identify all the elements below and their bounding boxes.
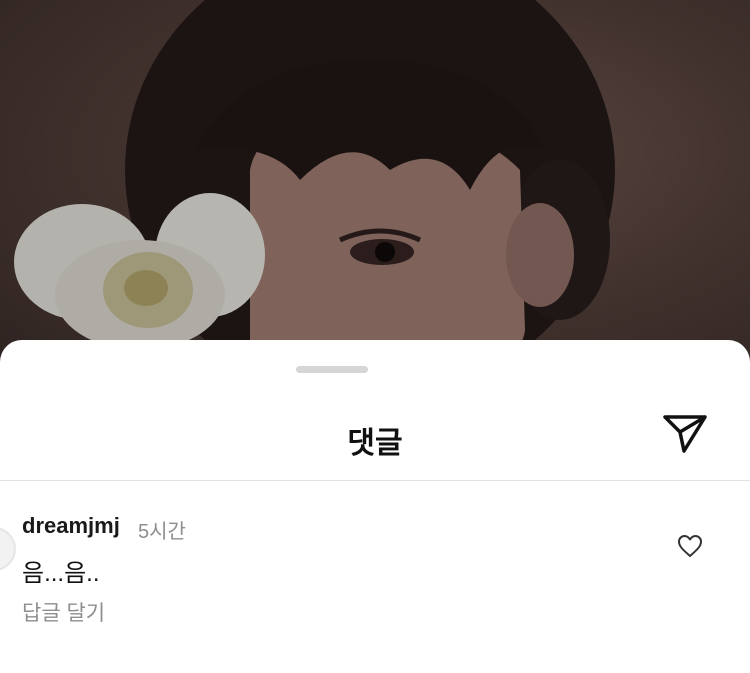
post-photo-background [0,0,750,380]
reply-button[interactable]: 답글 달기 [22,597,105,627]
comment-item: dreamjmj 5시간 음...음.. 답글 달기 [0,481,750,631]
like-button[interactable] [674,533,706,563]
share-button[interactable] [660,414,710,458]
paper-plane-icon [662,414,708,459]
comments-sheet: 댓글 dreamjmj 5시간 음...음.. 답글 달기 [0,340,750,673]
heart-icon [677,534,703,563]
sheet-header: 댓글 [0,390,750,481]
sheet-grabber[interactable] [296,366,368,373]
comment-timestamp: 5시간 [138,521,186,543]
sheet-title: 댓글 [347,427,403,460]
comment-username[interactable]: dreamjmj [22,513,120,539]
avatar[interactable] [0,527,16,571]
comment-text: 음...음.. [22,560,100,587]
